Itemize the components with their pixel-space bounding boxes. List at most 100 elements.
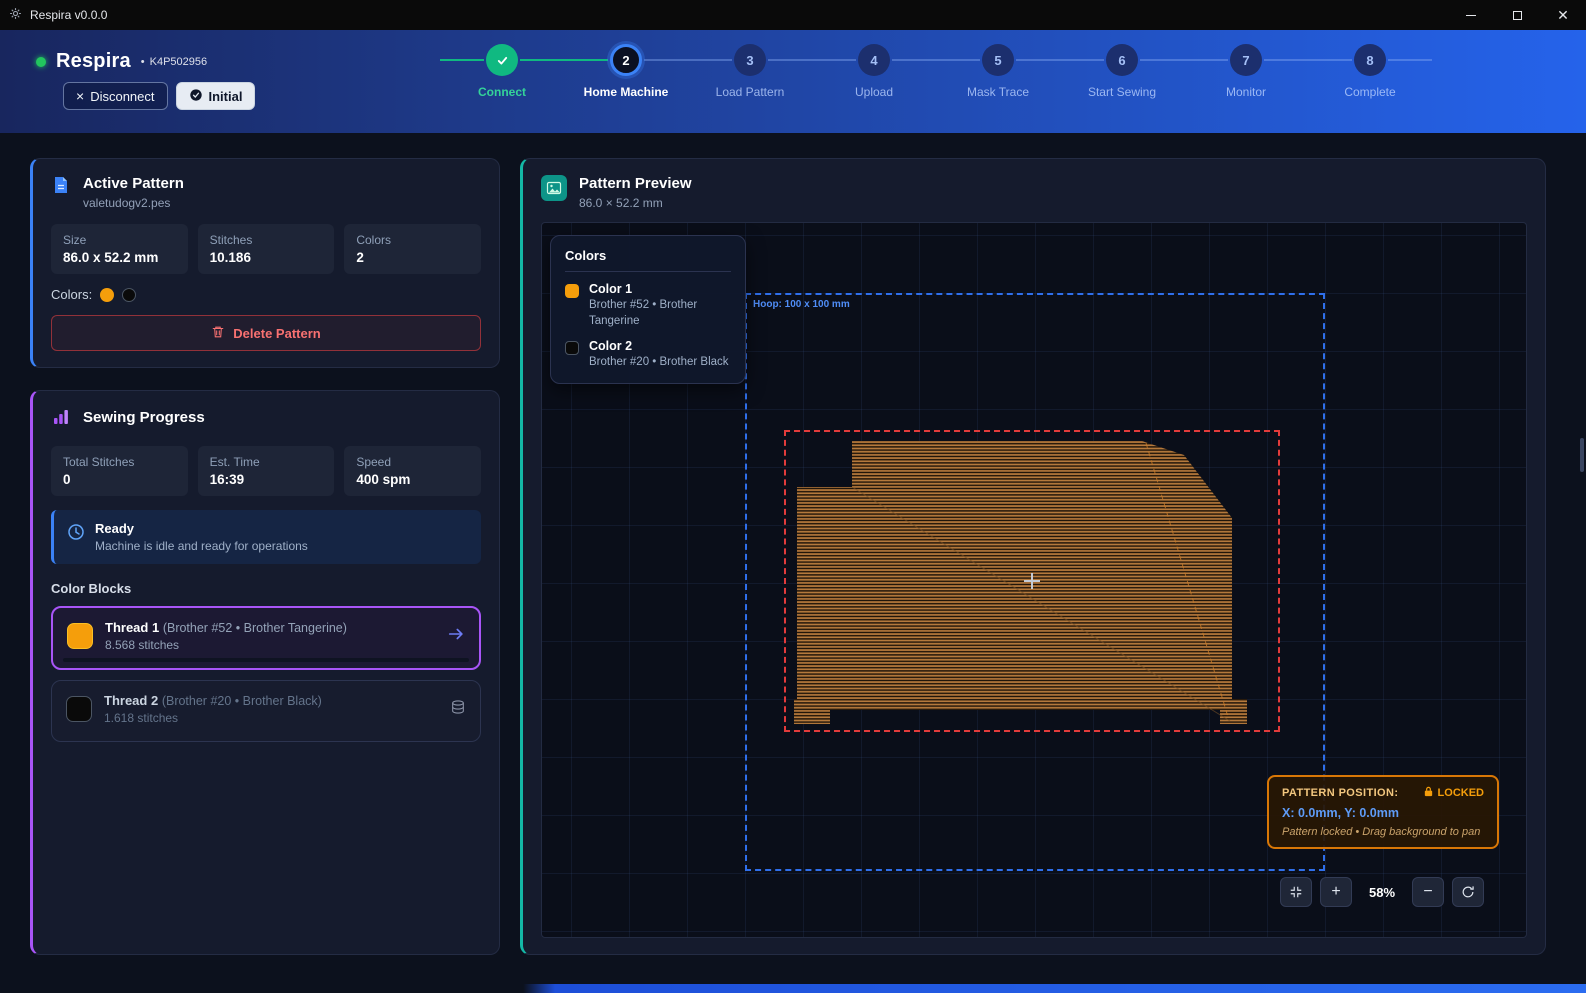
- thread1-name: Thread 1: [105, 620, 159, 635]
- thread2-stitches: 1.618 stitches: [104, 711, 322, 725]
- disconnect-x-icon: ×: [76, 88, 84, 104]
- colors-label: Colors:: [51, 287, 92, 302]
- thread1-detail: (Brother #52 • Brother Tangerine): [163, 621, 347, 635]
- preview-dimensions: 86.0 × 52.2 mm: [579, 196, 692, 210]
- stepper-step-mask-trace[interactable]: 5 Mask Trace: [936, 44, 1060, 99]
- bar-chart-icon: [51, 407, 71, 432]
- step-number: 6: [1106, 44, 1138, 76]
- legend-swatch-1: [565, 284, 579, 298]
- step-number: 4: [858, 44, 890, 76]
- legend-color-2: Color 2 Brother #20 • Brother Black: [565, 339, 731, 371]
- stepper-step-start-sewing[interactable]: 6 Start Sewing: [1060, 44, 1184, 99]
- check-badge-icon: [189, 88, 203, 105]
- app-window: Respira v0.0.0 ✕ Respira • K4P502956 × D…: [0, 0, 1586, 993]
- close-button[interactable]: ✕: [1540, 0, 1586, 30]
- step-number: 7: [1230, 44, 1262, 76]
- stat-total-stitches: Total Stitches 0: [51, 446, 188, 496]
- step-number: 5: [982, 44, 1014, 76]
- document-icon: [51, 175, 71, 200]
- layers-icon: [450, 699, 466, 720]
- fit-view-button[interactable]: [1280, 877, 1312, 907]
- active-pattern-card: Active Pattern valetudogv2.pes Size 86.0…: [30, 158, 500, 368]
- stepper-step-monitor[interactable]: 7 Monitor: [1184, 44, 1308, 99]
- preview-title: Pattern Preview: [579, 175, 692, 192]
- minimize-icon: [1466, 15, 1476, 16]
- locked-badge: LOCKED: [1423, 786, 1484, 800]
- position-coords: X: 0.0mm, Y: 0.0mm: [1282, 806, 1484, 820]
- wizard-stepper: Connect 2 Home Machine 3 Load Pattern 4 …: [440, 44, 1432, 99]
- thread2-detail: (Brother #20 • Brother Black): [162, 694, 322, 708]
- step-label: Connect: [478, 85, 526, 99]
- thread2-name: Thread 2: [104, 693, 158, 708]
- legend-swatch-2: [565, 341, 579, 355]
- titlebar: Respira v0.0.0 ✕: [0, 0, 1586, 30]
- main-content: Active Pattern valetudogv2.pes Size 86.0…: [0, 133, 1586, 983]
- fit-view-icon: [1289, 885, 1303, 899]
- image-icon: [541, 175, 567, 201]
- delete-pattern-button[interactable]: Delete Pattern: [51, 315, 481, 351]
- reset-view-button[interactable]: [1452, 877, 1484, 907]
- window-title: Respira v0.0.0: [30, 8, 107, 22]
- clock-icon: [67, 523, 85, 546]
- position-title: PATTERN POSITION:: [1282, 787, 1398, 799]
- thread1-swatch: [67, 623, 93, 649]
- stat-stitches: Stitches 10.186: [198, 224, 335, 274]
- stepper-step-connect[interactable]: Connect: [440, 44, 564, 99]
- disconnect-button[interactable]: × Disconnect: [63, 82, 168, 110]
- step-number: 2: [610, 44, 642, 76]
- stat-est-time: Est. Time 16:39: [198, 446, 335, 496]
- color-swatch-black: [122, 288, 136, 302]
- pattern-preview-card: Pattern Preview 86.0 × 52.2 mm Hoop: 100…: [520, 158, 1546, 955]
- step-done-check-icon: [486, 44, 518, 76]
- stepper-step-load-pattern[interactable]: 3 Load Pattern: [688, 44, 812, 99]
- pattern-filename: valetudogv2.pes: [83, 196, 184, 210]
- crosshair-icon: [1031, 573, 1033, 589]
- step-number: 8: [1354, 44, 1386, 76]
- color-blocks-label: Color Blocks: [51, 581, 481, 596]
- sewing-progress-title: Sewing Progress: [83, 409, 205, 426]
- stepper-step-complete[interactable]: 8 Complete: [1308, 44, 1432, 99]
- bullet-icon: •: [141, 56, 145, 68]
- colors-legend-panel: Colors Color 1 Brother #52 • Brother Tan…: [550, 235, 746, 384]
- app-gear-icon: [9, 7, 22, 23]
- minimize-button[interactable]: [1448, 0, 1494, 30]
- initial-button[interactable]: Initial: [176, 82, 256, 110]
- position-hint: Pattern locked • Drag background to pan: [1282, 826, 1484, 838]
- preview-canvas[interactable]: Hoop: 100 x 100 mm: [541, 222, 1527, 938]
- zoom-out-button[interactable]: −: [1412, 877, 1444, 907]
- stepper-step-upload[interactable]: 4 Upload: [812, 44, 936, 99]
- app-name: Respira: [56, 50, 131, 73]
- colors-legend-title: Colors: [565, 248, 731, 272]
- thread-row-1[interactable]: Thread 1 (Brother #52 • Brother Tangerin…: [51, 606, 481, 670]
- step-label: Monitor: [1226, 85, 1266, 99]
- thread1-progress-track: [63, 658, 469, 662]
- zoom-in-button[interactable]: +: [1320, 877, 1352, 907]
- step-label: Mask Trace: [967, 85, 1029, 99]
- step-label: Start Sewing: [1088, 85, 1156, 99]
- step-label: Load Pattern: [716, 85, 785, 99]
- zoom-level: 58%: [1360, 885, 1404, 900]
- legend-color-1: Color 1 Brother #52 • Brother Tangerine: [565, 282, 731, 329]
- thread1-stitches: 8.568 stitches: [105, 638, 347, 652]
- step-number: 3: [734, 44, 766, 76]
- footer-accent-strip: [0, 984, 1586, 993]
- stat-size: Size 86.0 x 52.2 mm: [51, 224, 188, 274]
- maximize-button[interactable]: [1494, 0, 1540, 30]
- step-label: Complete: [1344, 85, 1395, 99]
- stepper-step-home-machine[interactable]: 2 Home Machine: [564, 44, 688, 99]
- arrow-right-icon: [447, 625, 465, 648]
- active-pattern-title: Active Pattern: [83, 175, 184, 192]
- connection-status-dot: [36, 57, 46, 67]
- thread2-swatch: [66, 696, 92, 722]
- machine-serial: • K4P502956: [141, 56, 207, 68]
- thread-row-2[interactable]: Thread 2 (Brother #20 • Brother Black) 1…: [51, 680, 481, 742]
- lock-icon: [1423, 786, 1434, 800]
- step-label: Home Machine: [584, 85, 669, 99]
- maximize-icon: [1513, 11, 1522, 20]
- pattern-position-overlay: PATTERN POSITION: LOCKED X: 0.0mm, Y: 0.…: [1267, 775, 1499, 849]
- scrollbar-thumb[interactable]: [1580, 438, 1584, 472]
- app-header: Respira • K4P502956 × Disconnect Initial: [0, 30, 1586, 133]
- trash-icon: [211, 325, 225, 342]
- sewing-progress-card: Sewing Progress Total Stitches 0 Est. Ti…: [30, 390, 500, 955]
- color-swatch-orange: [100, 288, 114, 302]
